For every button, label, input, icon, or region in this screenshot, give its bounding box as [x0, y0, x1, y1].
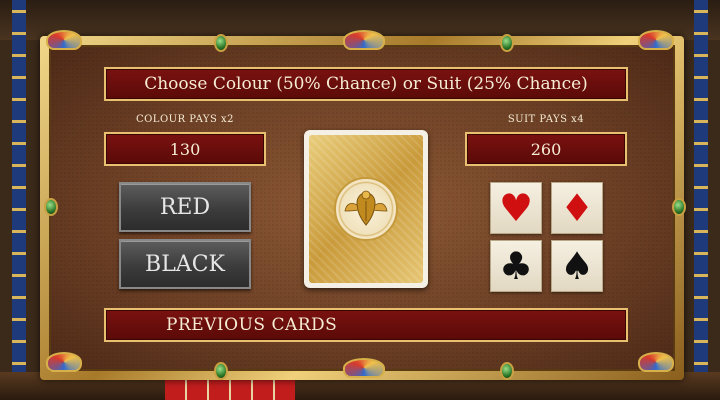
background-pillar-left [12, 0, 26, 400]
gamble-card [304, 130, 428, 288]
diamonds-button[interactable]: ♦ [551, 182, 603, 234]
corner-ornament-top-right [638, 30, 674, 50]
colour-pays-value: 130 [104, 132, 266, 166]
card-medallion [334, 177, 398, 241]
top-center-ornament [343, 30, 385, 50]
background-reel-card [165, 378, 295, 400]
gem-bottom-right [500, 362, 514, 380]
corner-ornament-bottom-left [46, 352, 82, 372]
bottom-center-ornament [343, 358, 385, 378]
gem-top-right [500, 34, 514, 52]
gem-top-left [214, 34, 228, 52]
gem-bottom-left [214, 362, 228, 380]
corner-ornament-top-left [46, 30, 82, 50]
scarab-icon [344, 190, 388, 226]
gem-right [672, 198, 686, 216]
spades-button[interactable]: ♠ [551, 240, 603, 292]
gem-left [44, 198, 58, 216]
red-button[interactable]: RED [119, 182, 251, 232]
suit-pays-value: 260 [465, 132, 627, 166]
gamble-title: Choose Colour (50% Chance) or Suit (25% … [104, 67, 628, 101]
clubs-button[interactable]: ♣ [490, 240, 542, 292]
black-button[interactable]: BLACK [119, 239, 251, 289]
previous-cards-bar: PREVIOUS CARDS [104, 308, 628, 342]
suit-pays-label: SUIT PAYS x4 [507, 114, 585, 125]
gamble-frame: Choose Colour (50% Chance) or Suit (25% … [40, 36, 684, 380]
colour-pays-label: COLOUR PAYS x2 [135, 114, 235, 125]
background-pillar-right [694, 0, 708, 400]
hearts-button[interactable]: ♥ [490, 182, 542, 234]
corner-ornament-bottom-right [638, 352, 674, 372]
card-back [309, 135, 423, 283]
gamble-panel: Choose Colour (50% Chance) or Suit (25% … [49, 45, 675, 371]
